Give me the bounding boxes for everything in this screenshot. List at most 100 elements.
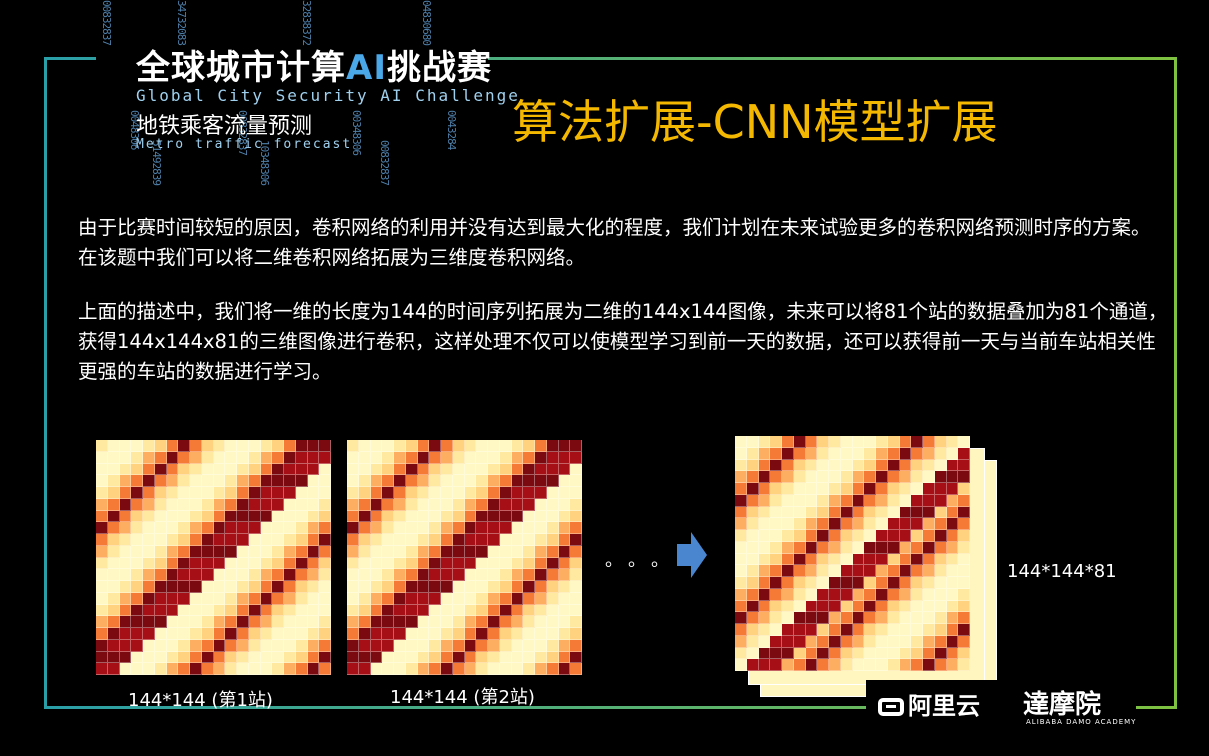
heatmap-cell xyxy=(735,447,747,460)
heatmap-cell xyxy=(295,451,308,464)
heatmap-cell xyxy=(511,569,524,581)
heatmap-cell xyxy=(946,553,959,566)
heatmap-cell xyxy=(370,498,383,511)
heatmap-cell xyxy=(96,639,108,652)
heatmap-cell xyxy=(248,557,261,570)
heatmap-cell xyxy=(864,565,876,577)
heatmap-cell xyxy=(260,534,273,546)
heatmap-cell xyxy=(178,545,190,558)
heatmap-cell xyxy=(535,592,547,605)
heatmap-cell xyxy=(284,581,296,593)
heatmap-cell xyxy=(452,628,465,640)
heatmap-cell xyxy=(178,522,190,534)
heatmap-cell xyxy=(546,487,559,499)
heatmap-cell xyxy=(887,530,900,542)
heatmap-cell xyxy=(805,612,818,624)
heatmap-cell xyxy=(887,518,900,530)
heatmap-cell xyxy=(190,592,202,605)
heatmap-cell xyxy=(758,565,771,577)
heatmap-cell xyxy=(817,647,829,660)
heatmap-cell xyxy=(417,651,430,664)
heatmap-cell xyxy=(154,557,167,570)
heatmap-cell xyxy=(852,483,865,495)
heatmap-cell xyxy=(899,436,912,448)
heatmap-cell xyxy=(523,498,535,511)
heatmap-cell xyxy=(923,635,935,648)
heatmap-cell xyxy=(805,436,818,448)
heatmap-cell xyxy=(370,463,383,476)
heatmap-cell xyxy=(923,647,935,660)
heatmap-cell xyxy=(237,616,249,628)
heatmap-cell xyxy=(558,592,571,605)
heatmap-cell xyxy=(96,604,108,617)
heatmap-cell xyxy=(154,628,167,640)
heatmap-cell xyxy=(946,647,959,660)
heatmap-cell xyxy=(770,588,782,601)
heatmap-cell xyxy=(452,510,465,523)
heatmap-cell xyxy=(770,518,782,530)
heatmap-cell xyxy=(107,440,120,452)
heatmap-cell xyxy=(143,581,155,593)
heatmap-cell xyxy=(488,604,500,617)
heatmap-cell xyxy=(793,647,806,660)
heatmap-cell xyxy=(934,447,947,460)
heatmap-cell xyxy=(452,663,465,675)
heatmap-cell xyxy=(272,628,284,640)
heatmap-cell xyxy=(511,628,524,640)
heatmap-cell xyxy=(319,663,331,675)
heatmap-cell xyxy=(793,600,806,613)
heatmap-cell xyxy=(570,498,582,511)
heatmap-cell xyxy=(523,651,535,664)
heatmap-cell xyxy=(370,651,383,664)
heatmap-cell xyxy=(735,624,747,636)
heatmap-cell xyxy=(746,483,759,495)
heatmap-cell xyxy=(864,659,876,671)
heatmap-cell xyxy=(805,565,818,577)
heatmap-cell xyxy=(958,483,970,495)
heatmap-cell xyxy=(946,459,959,472)
heatmap-cell xyxy=(154,663,167,675)
heatmap-cell xyxy=(546,592,559,605)
heatmap-cell xyxy=(864,588,876,601)
heatmap-cell xyxy=(805,553,818,566)
heatmap-cell xyxy=(817,518,829,530)
heatmap-cell xyxy=(746,635,759,648)
heatmap-cell xyxy=(166,463,179,476)
heatmap-cell xyxy=(864,518,876,530)
heatmap-cell xyxy=(429,451,441,464)
heatmap-cell xyxy=(923,624,935,636)
heatmap-cell xyxy=(899,471,912,483)
heatmap-cell xyxy=(923,506,935,519)
heatmap-cell xyxy=(96,663,108,675)
heatmap-cell xyxy=(546,569,559,581)
heatmap-cell xyxy=(225,592,237,605)
heatmap-cell xyxy=(958,612,970,624)
heatmap-cell xyxy=(119,639,132,652)
heatmap-cell xyxy=(441,569,453,581)
heatmap-cell xyxy=(295,498,308,511)
heatmap-cell xyxy=(307,510,320,523)
heatmap-cell xyxy=(417,639,430,652)
heatmap-cell xyxy=(934,588,947,601)
heatmap-cell xyxy=(119,616,132,628)
heatmap-cell xyxy=(476,510,488,523)
heatmap-cell xyxy=(476,487,488,499)
heatmap-cell xyxy=(852,647,865,660)
heatmap-cell xyxy=(319,487,331,499)
heatmap-cell xyxy=(488,592,500,605)
heatmap-cell xyxy=(295,440,308,452)
heatmap-cell xyxy=(417,545,430,558)
heatmap-cell xyxy=(852,518,865,530)
heatmap-cell xyxy=(523,557,535,570)
heatmap-cell xyxy=(499,651,512,664)
heatmap-cell xyxy=(864,494,876,507)
heatmap-cell xyxy=(319,545,331,558)
heatmap-cell xyxy=(394,463,406,476)
heatmap-cell xyxy=(958,447,970,460)
heatmap-cell xyxy=(829,530,841,542)
heatmap-cell xyxy=(840,600,853,613)
heatmap-cell xyxy=(248,616,261,628)
heatmap-cell xyxy=(382,545,394,558)
heatmap-cell xyxy=(452,451,465,464)
heatmap-cell xyxy=(899,565,912,577)
